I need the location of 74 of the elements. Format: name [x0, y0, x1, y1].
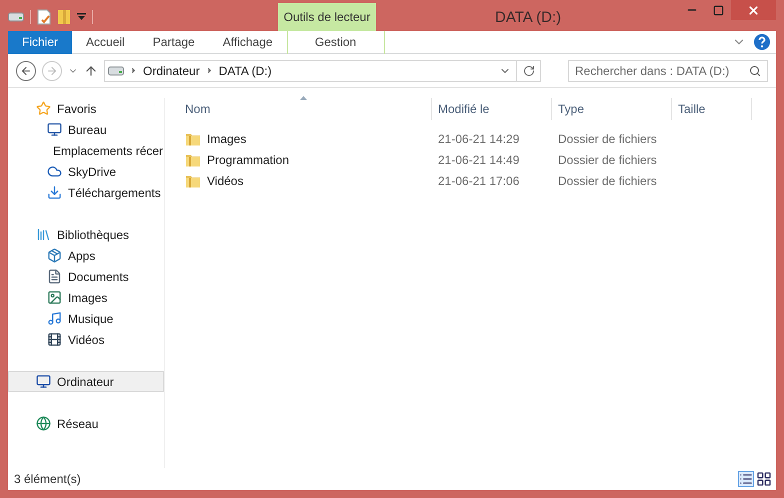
document-icon — [47, 269, 62, 284]
details-view-icon[interactable] — [738, 471, 754, 487]
breadcrumb[interactable]: DATA (D:) — [218, 62, 272, 80]
close-button[interactable] — [731, 0, 776, 20]
file-name: Vidéos — [207, 172, 244, 190]
sidebar-item[interactable]: Images — [8, 287, 164, 308]
column-header[interactable]: Taille — [672, 98, 752, 120]
monitor-icon — [47, 122, 62, 137]
file-type: Dossier de fichiers — [557, 152, 658, 168]
file-type: Dossier de fichiers — [557, 130, 658, 148]
back-arrow-icon — [20, 64, 32, 76]
sidebar-item[interactable]: Ordinateur — [8, 371, 164, 392]
sidebar-item[interactable]: Musique — [8, 308, 164, 329]
file-row[interactable]: Programmation 21-06-21 14:49 Dossier de fichiers — [177, 149, 776, 170]
modified-date: 21-06-21 14:29 — [437, 130, 520, 148]
package-icon — [47, 248, 62, 263]
sidebar-item[interactable]: Documents — [8, 266, 164, 287]
file-row[interactable]: Images 21-06-21 14:29 Dossier de fichiers — [177, 128, 776, 149]
search-icon[interactable] — [749, 64, 761, 76]
sidebar-item[interactable]: SkyDrive — [8, 161, 164, 182]
drive-icon[interactable] — [8, 12, 24, 22]
film-icon — [47, 332, 62, 347]
modified-date: 21-06-21 17:06 — [437, 172, 520, 190]
breadcrumb-separator-icon — [129, 66, 138, 75]
breadcrumb[interactable]: Ordinateur — [143, 62, 200, 80]
folder-icon — [185, 174, 201, 188]
image-icon — [47, 290, 62, 305]
file-row[interactable]: Vidéos 21-06-21 17:06 Dossier de fichiers — [177, 170, 776, 191]
dropdown-icon[interactable] — [77, 13, 86, 21]
computer-icon — [36, 374, 51, 389]
folder-icon[interactable] — [57, 9, 71, 25]
sidebar-item[interactable]: Favoris — [8, 98, 164, 119]
ribbon-tab[interactable]: Affichage — [208, 30, 287, 54]
ribbon-tab[interactable]: Accueil — [72, 30, 139, 54]
search-field[interactable]: Rechercher dans : DATA (D:) — [568, 60, 768, 82]
file-name: Images — [207, 130, 246, 148]
download-icon — [47, 185, 62, 200]
sidebar-item[interactable]: Bureau — [8, 119, 164, 140]
file-name: Programmation — [207, 152, 290, 168]
ribbon-tab[interactable]: Fichier — [8, 30, 72, 54]
folder-icon — [185, 152, 201, 166]
context-tab-group-label: Outils de lecteur — [284, 9, 370, 26]
file-type: Dossier de fichiers — [557, 172, 658, 190]
library-icon — [36, 227, 51, 242]
refresh-icon[interactable] — [522, 64, 534, 76]
music-note-icon — [47, 311, 62, 326]
address-bar[interactable]: Ordinateur DATA (D:) — [104, 60, 541, 82]
sidebar-item[interactable]: Téléchargements — [8, 182, 164, 203]
ribbon-tab[interactable]: Gestion — [286, 30, 385, 54]
star-icon — [36, 101, 51, 116]
sidebar-item[interactable]: Apps — [8, 245, 164, 266]
sort-arrow-icon — [300, 96, 307, 100]
large-icons-view-icon[interactable] — [756, 471, 772, 487]
drive-icon — [108, 66, 124, 76]
sidebar-item[interactable]: Réseau — [8, 413, 164, 434]
up-icon[interactable] — [84, 64, 98, 78]
help-icon[interactable] — [754, 34, 770, 50]
maximize-icon — [712, 4, 724, 16]
sidebar-item[interactable]: Emplacements récer — [8, 140, 164, 161]
back-button[interactable] — [16, 60, 36, 80]
status-item-count: 3 élément(s) — [14, 471, 81, 488]
modified-date: 21-06-21 14:49 — [437, 152, 520, 168]
folder-icon — [185, 132, 201, 146]
forward-arrow-icon — [46, 64, 58, 76]
column-header[interactable]: Modifié le — [432, 98, 552, 120]
close-icon — [747, 4, 760, 16]
ribbon-tab[interactable]: Partage — [138, 30, 209, 54]
globe-icon — [36, 416, 51, 431]
properties-icon[interactable] — [37, 9, 51, 25]
window-title: DATA (D:) — [495, 8, 562, 28]
sidebar-item[interactable]: Bibliothèques — [8, 224, 164, 245]
column-header[interactable]: Type — [552, 98, 672, 120]
sidebar-item[interactable]: Vidéos — [8, 329, 164, 350]
cloud-icon — [47, 164, 62, 179]
